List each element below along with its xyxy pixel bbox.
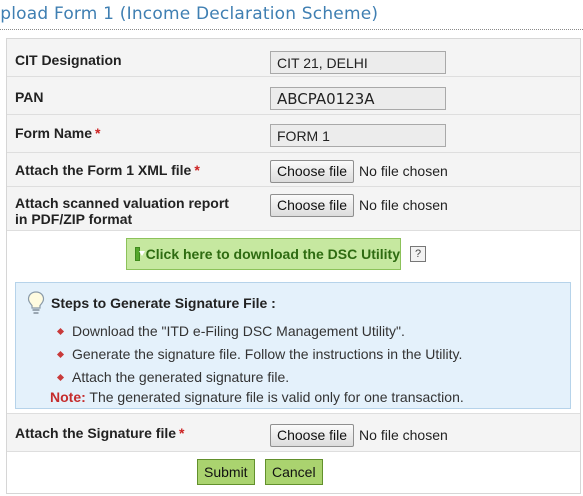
list-item: Download the "ITD e-Filing DSC Managemen… [56, 323, 462, 346]
page-title: Jpload Form 1 (Income Declaration Scheme… [0, 4, 583, 30]
xml-file-label: Attach the Form 1 XML file * [15, 162, 200, 178]
xml-file-status: No file chosen [359, 163, 448, 179]
help-icon[interactable]: ? [410, 246, 426, 262]
lightbulb-icon [27, 291, 45, 314]
download-dsc-label: Click here to download the DSC Utility [145, 246, 400, 262]
signature-steps-box: Steps to Generate Signature File : Downl… [15, 282, 571, 409]
submit-button[interactable]: Submit [197, 459, 255, 485]
download-dsc-utility-button[interactable]: Click here to download the DSC Utility [126, 238, 401, 270]
pan-field: ABCPA0123A [270, 87, 446, 110]
steps-title: Steps to Generate Signature File : [51, 295, 276, 311]
row-signature-file: Attach the Signature file * Choose file N… [7, 414, 580, 452]
pan-label: PAN [15, 89, 44, 105]
valuation-file-status: No file chosen [359, 197, 448, 213]
cit-designation-field: CIT 21, DELHI [270, 51, 446, 74]
download-icon [135, 247, 145, 261]
cancel-button[interactable]: Cancel [265, 459, 323, 485]
action-buttons: Submit Cancel [7, 453, 580, 493]
row-form-name: Form Name * FORM 1 [7, 115, 580, 153]
row-valuation-report: Attach scanned valuation report in PDF/Z… [7, 187, 580, 231]
signature-file-label: Attach the Signature file * [15, 425, 185, 441]
steps-list: Download the "ITD e-Filing DSC Managemen… [56, 323, 462, 392]
signature-choose-file-button[interactable]: Choose file [270, 423, 355, 447]
note-label: Note: [50, 389, 86, 405]
required-mark: * [194, 162, 200, 178]
xml-file-input: Choose file No file chosen [270, 159, 448, 183]
valuation-file-input: Choose file No file chosen [270, 193, 448, 217]
valuation-report-label: Attach scanned valuation report in PDF/Z… [15, 195, 229, 227]
note: Note: The generated signature file is va… [50, 389, 464, 405]
signature-file-status: No file chosen [359, 427, 448, 443]
list-item: Generate the signature file. Follow the … [56, 346, 462, 369]
form-name-field: FORM 1 [270, 124, 446, 147]
cit-designation-label: CIT Designation [15, 52, 122, 68]
form-name-label: Form Name * [15, 125, 101, 141]
upload-form: CIT Designation CIT 21, DELHI PAN ABCPA0… [6, 38, 581, 494]
signature-file-input: Choose file No file chosen [270, 423, 448, 447]
xml-choose-file-button[interactable]: Choose file [270, 159, 355, 183]
row-cit-designation: CIT Designation CIT 21, DELHI [7, 39, 580, 77]
required-mark: * [179, 425, 185, 441]
row-xml-file: Attach the Form 1 XML file * Choose file … [7, 153, 580, 187]
required-mark: * [95, 125, 101, 141]
note-text: The generated signature file is valid on… [89, 389, 464, 405]
valuation-choose-file-button[interactable]: Choose file [270, 193, 355, 217]
row-pan: PAN ABCPA0123A [7, 77, 580, 115]
